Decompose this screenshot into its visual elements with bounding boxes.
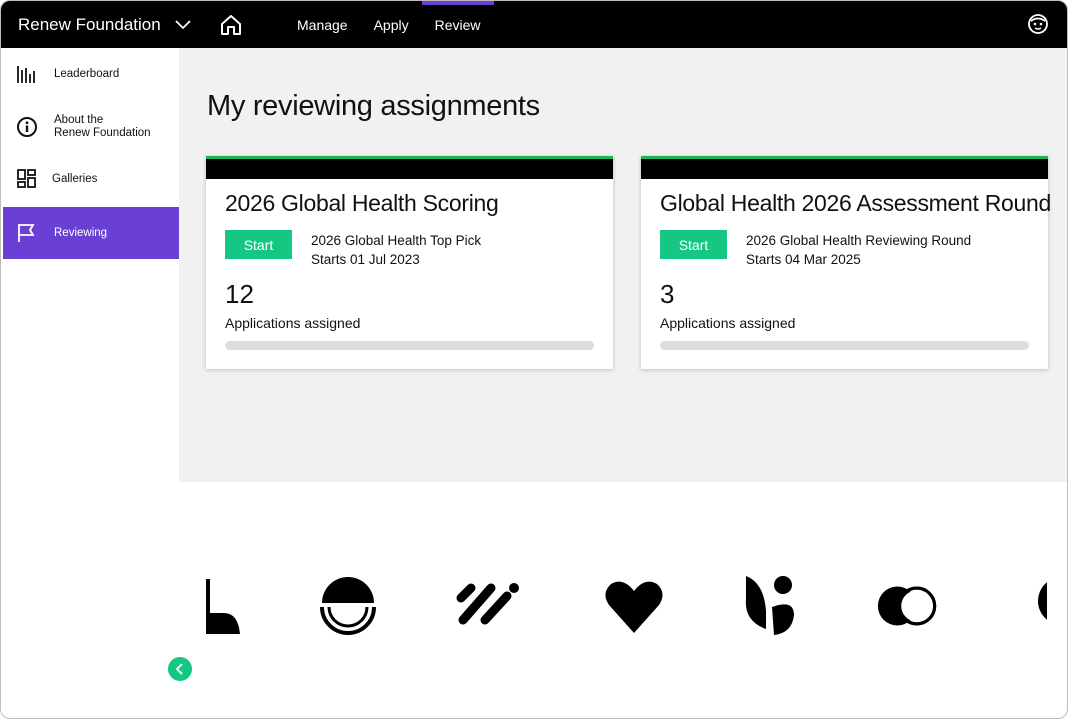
nav-apply-label: Apply (373, 16, 409, 33)
round-start-date: Starts 01 Jul 2023 (311, 252, 420, 267)
heart-logo (605, 581, 663, 633)
start-button[interactable]: Start (225, 230, 292, 259)
sidebar: Leaderboard About the Renew Foundation G… (1, 48, 179, 718)
sidebar-item-galleries[interactable]: Galleries (3, 157, 179, 201)
card-header-bar (206, 156, 613, 179)
partial-l-logo (206, 579, 240, 634)
nav-manage-label: Manage (297, 16, 348, 33)
round-name: 2026 Global Health Top Pick (311, 233, 482, 248)
assignment-card: Global Health 2026 Assessment Round Star… (641, 156, 1051, 369)
circles-logo (877, 586, 937, 626)
applications-count: 3 (660, 279, 675, 309)
org-name: Renew Foundation (18, 15, 161, 34)
home-icon[interactable] (219, 13, 243, 37)
sidebar-item-reviewing[interactable]: Reviewing (3, 207, 179, 259)
progress-bar (660, 341, 1029, 350)
nav-review[interactable]: Review (421, 1, 494, 48)
chevron-left-icon (175, 663, 183, 675)
applications-count: 12 (225, 279, 254, 309)
partner-logo-strip (206, 571, 1047, 641)
slash-lines-logo (456, 583, 519, 625)
card-header-bar (641, 156, 1048, 179)
bar-chart-icon (16, 63, 38, 85)
org-switcher[interactable]: Renew Foundation (18, 15, 191, 35)
nav-apply[interactable]: Apply (361, 1, 422, 48)
applications-count-label: Applications assigned (660, 315, 796, 331)
nav-manage[interactable]: Manage (284, 1, 361, 48)
user-avatar-icon[interactable] (1027, 13, 1049, 35)
sidebar-item-label: About the Renew Foundation (54, 114, 151, 139)
info-icon (16, 116, 38, 138)
round-name: 2026 Global Health Reviewing Round (746, 233, 972, 248)
semicircle-logo (320, 577, 376, 635)
leaf-logo (745, 576, 794, 635)
start-button[interactable]: Start (660, 230, 727, 259)
progress-bar (225, 341, 594, 350)
sidebar-item-label: Galleries (52, 172, 98, 185)
collapse-sidebar-button[interactable] (168, 657, 192, 681)
chevron-down-icon (175, 20, 191, 30)
assignment-card: 2026 Global Health Scoring Start 2026 Gl… (206, 156, 613, 369)
main-content: My reviewing assignments 2026 Global Hea… (179, 48, 1067, 482)
sidebar-item-label: Reviewing (54, 226, 108, 239)
primary-nav: Manage Apply Review (284, 1, 494, 48)
page-title: My reviewing assignments (207, 90, 540, 122)
app-window: Renew Foundation Manage Apply Review Lea… (0, 0, 1068, 719)
card-title: 2026 Global Health Scoring (225, 190, 499, 216)
sidebar-item-leaderboard[interactable]: Leaderboard (3, 54, 179, 94)
applications-count-label: Applications assigned (225, 315, 361, 331)
gallery-icon (16, 168, 38, 190)
card-title: Global Health 2026 Assessment Round (660, 190, 1051, 216)
nav-review-label: Review (434, 16, 481, 33)
partial-circle-logo (1038, 582, 1047, 620)
round-start-date: Starts 04 Mar 2025 (746, 252, 861, 267)
top-navigation-bar: Renew Foundation Manage Apply Review (1, 1, 1067, 48)
flag-icon (16, 222, 38, 244)
sidebar-item-label: Leaderboard (54, 67, 120, 80)
sidebar-item-about[interactable]: About the Renew Foundation (3, 101, 179, 153)
